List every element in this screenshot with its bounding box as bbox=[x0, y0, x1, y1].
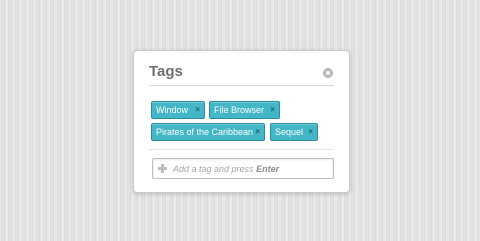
tag-window[interactable]: Window × bbox=[151, 101, 205, 119]
tag-label: Window bbox=[156, 105, 189, 115]
input-placeholder: Add a tag and press Enter bbox=[173, 163, 279, 175]
tag-sequel[interactable]: Sequel × bbox=[270, 123, 318, 141]
tag-label: Pirates of the Caribbean bbox=[156, 127, 254, 137]
tag-remove-icon[interactable]: × bbox=[308, 124, 313, 140]
tag-remove-icon[interactable]: × bbox=[195, 102, 200, 118]
tag-label: File Browser bbox=[214, 105, 265, 115]
close-glyph bbox=[325, 70, 331, 76]
panel-header: Tags bbox=[149, 51, 334, 86]
plus-icon bbox=[158, 164, 167, 173]
placeholder-text: Add a tag and press bbox=[173, 164, 254, 174]
placeholder-key: Enter bbox=[256, 164, 280, 174]
close-icon[interactable] bbox=[323, 68, 333, 78]
tag-label: Sequel bbox=[275, 127, 304, 137]
divider bbox=[149, 149, 334, 150]
tag-pirates-of-the-caribbean[interactable]: Pirates of the Caribbean × bbox=[151, 123, 265, 141]
add-tag-input[interactable]: Add a tag and press Enter bbox=[152, 158, 334, 179]
tag-remove-icon[interactable]: × bbox=[255, 124, 260, 140]
tags-panel: Tags Window × File Browser × Pirates of … bbox=[133, 50, 350, 193]
tag-remove-icon[interactable]: × bbox=[270, 102, 275, 118]
panel-title: Tags bbox=[149, 63, 183, 80]
tag-file-browser[interactable]: File Browser × bbox=[209, 101, 280, 119]
